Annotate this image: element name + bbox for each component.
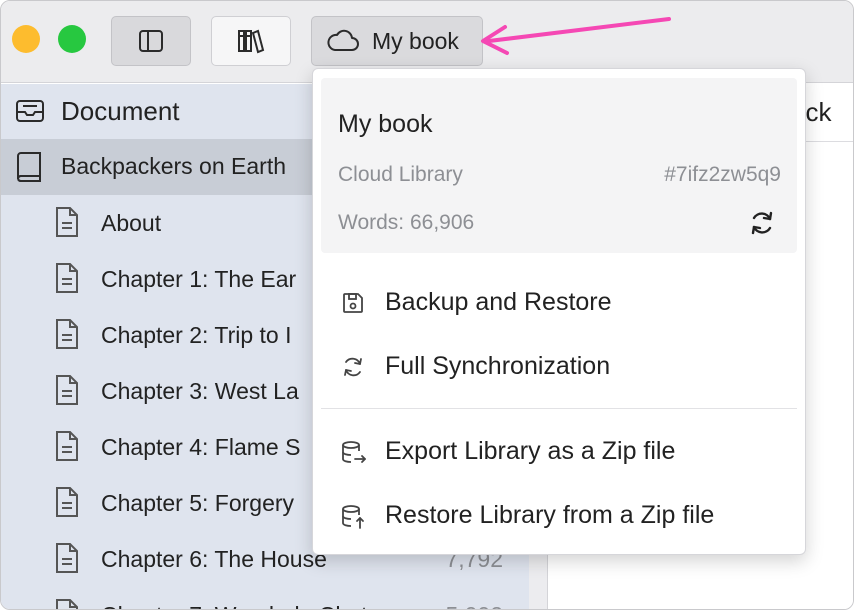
restore-library-zip-menu-item[interactable]: Restore Library from a Zip file (313, 486, 805, 544)
chapter-title: Chapter 7: Wanderlu Chat (101, 602, 367, 609)
document-icon (56, 319, 78, 349)
chapter-title: Chapter 2: Trip to I (101, 322, 292, 348)
pink-arrow-annotation (481, 17, 671, 55)
my-book-button[interactable]: My book (311, 16, 483, 66)
sidebar-icon (139, 30, 163, 52)
library-info-panel: My book Cloud Library #7ifz2zw5q9 Words:… (321, 78, 797, 253)
toggle-sidebar-button[interactable] (111, 16, 191, 66)
zoom-button[interactable] (58, 25, 86, 53)
document-icon (56, 207, 78, 237)
refresh-icon[interactable] (749, 210, 775, 236)
document-icon (56, 543, 78, 573)
library-button[interactable] (211, 16, 291, 66)
library-type: Cloud Library (338, 163, 463, 186)
backup-and-restore-menu-item[interactable]: Backup and Restore (313, 273, 805, 331)
book-icon (17, 152, 41, 182)
export-library-zip-menu-item[interactable]: Export Library as a Zip file (313, 422, 805, 480)
full-synchronization-menu-item[interactable]: Full Synchronization (313, 337, 805, 395)
document-icon (56, 375, 78, 405)
menu-divider (321, 408, 797, 409)
sync-icon (344, 357, 362, 377)
menu-item-label: Full Synchronization (385, 352, 611, 380)
chapter-title: Chapter 1: The Ear (101, 266, 297, 292)
minimize-button[interactable] (12, 25, 40, 53)
save-icon (343, 293, 363, 313)
database-restore-icon (342, 505, 364, 529)
database-export-icon (342, 441, 366, 463)
chapter-title: About (101, 210, 162, 236)
library-title: My book (338, 110, 433, 138)
chapter-title: Chapter 5: Forgery (101, 490, 295, 516)
menu-item-label: Backup and Restore (385, 288, 612, 316)
sidebar-item-chapter[interactable]: Chapter 7: Wanderlu Chat 5,002 (1, 587, 529, 609)
menu-item-label: Restore Library from a Zip file (385, 501, 715, 529)
library-id: #7ifz2zw5q9 (664, 163, 781, 186)
app-window: My book ack Document Backpackers on Eart… (0, 0, 854, 610)
my-book-button-label: My book (372, 27, 459, 54)
sidebar-document-label: Document (61, 96, 180, 126)
book-menu-dropdown: My book Cloud Library #7ifz2zw5q9 Words:… (312, 68, 806, 555)
chapter-word-count: 5,002 (445, 602, 503, 609)
sidebar-book-label: Backpackers on Earth (61, 153, 287, 179)
inbox-icon (16, 100, 44, 122)
chapter-title: Chapter 6: The House (101, 546, 327, 572)
chapter-title: Chapter 4: Flame S (101, 434, 301, 460)
chapter-title: Chapter 3: West La (101, 378, 299, 404)
menu-item-label: Export Library as a Zip file (385, 437, 676, 465)
library-word-count: Words: 66,906 (338, 211, 475, 234)
books-icon (238, 29, 265, 54)
document-icon (56, 431, 78, 461)
document-icon (56, 599, 78, 609)
cloud-icon (327, 29, 359, 51)
document-icon (56, 263, 78, 293)
document-icon (56, 487, 78, 517)
